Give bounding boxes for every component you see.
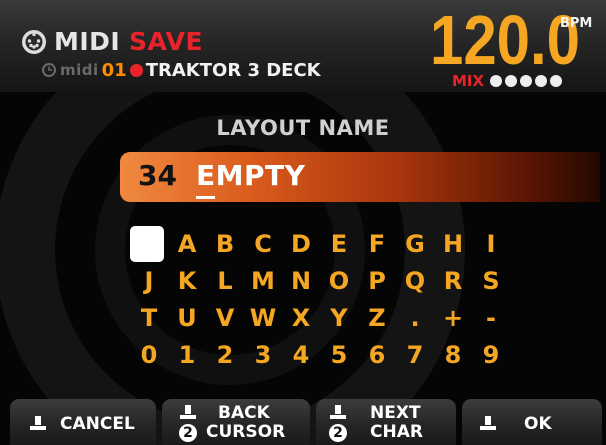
next-char-button[interactable]: 2 NEXT CHAR — [316, 399, 456, 445]
device-screen: MIDI SAVE midi 01 TRAKTOR 3 DECK 120.0 B… — [0, 0, 606, 445]
bpm-value: 120.0 — [430, 8, 580, 70]
mix-dot — [520, 75, 533, 87]
preset-number: 01 — [101, 59, 127, 81]
screen-title-save: SAVE — [129, 27, 204, 56]
back-label: BACK — [218, 403, 270, 423]
key-char[interactable]: D — [282, 226, 320, 262]
encoder-2-icon: 2 — [329, 424, 347, 442]
cancel-button[interactable]: CANCEL — [10, 399, 156, 445]
key-char[interactable]: + — [434, 300, 472, 336]
key-char[interactable]: 3 — [244, 337, 282, 373]
keyboard-row: JKLMNOPQRS — [130, 263, 510, 299]
mix-dot — [505, 75, 518, 87]
key-char[interactable]: U — [168, 300, 206, 336]
softkey-bar: CANCEL 2 BACK CURSOR 2 NEXT CHAR OK — [0, 399, 606, 445]
next-label: NEXT — [370, 403, 421, 423]
layout-name-heading: LAYOUT NAME — [216, 116, 390, 140]
header-bar: MIDI SAVE midi 01 TRAKTOR 3 DECK 120.0 B… — [0, 0, 606, 92]
bpm-label: BPM — [560, 16, 593, 31]
clock-icon — [42, 63, 56, 77]
key-char[interactable]: Z — [358, 300, 396, 336]
key-char[interactable]: K — [168, 263, 206, 299]
ok-label: OK — [524, 414, 552, 434]
key-char[interactable]: R — [434, 263, 472, 299]
cancel-label: CANCEL — [60, 414, 135, 434]
key-char[interactable]: Y — [320, 300, 358, 336]
key-char[interactable]: V — [206, 300, 244, 336]
key-char[interactable]: Q — [396, 263, 434, 299]
keyboard-row: ABCDEFGHI — [130, 226, 510, 262]
key-char[interactable]: P — [358, 263, 396, 299]
layout-name-value[interactable]: EMPTY — [196, 159, 305, 192]
ok-button[interactable]: OK — [462, 399, 602, 445]
preset-name: TRAKTOR 3 DECK — [145, 59, 321, 81]
keyboard-row: T U V W X Y Z. + - — [130, 300, 510, 336]
key-char[interactable]: 1 — [168, 337, 206, 373]
key-char[interactable]: M — [244, 263, 282, 299]
keyboard-row: 0123456789 — [130, 337, 510, 373]
key-char[interactable]: B — [206, 226, 244, 262]
key-char[interactable]: F — [358, 226, 396, 262]
key-char[interactable]: A — [168, 226, 206, 262]
mix-indicator: MIX — [452, 72, 565, 90]
mix-dot — [535, 75, 548, 87]
mix-dot — [550, 75, 563, 87]
record-dot-icon — [129, 63, 143, 77]
key-char[interactable]: I — [472, 226, 510, 262]
key-char[interactable]: . — [396, 300, 434, 336]
encoder-2-icon: 2 — [179, 424, 197, 442]
key-char[interactable]: 9 — [472, 337, 510, 373]
char-label: CHAR — [370, 422, 423, 442]
key-char[interactable]: 8 — [434, 337, 472, 373]
key-char[interactable]: E — [320, 226, 358, 262]
key-char[interactable]: G — [396, 226, 434, 262]
key-char[interactable]: H — [434, 226, 472, 262]
key-char[interactable]: T — [130, 300, 168, 336]
screen-title-midi: MIDI — [54, 27, 121, 56]
button-press-icon — [330, 405, 346, 419]
key-char[interactable]: S — [472, 263, 510, 299]
key-selected-blank[interactable] — [130, 226, 164, 262]
key-char[interactable]: 0 — [130, 337, 168, 373]
mix-label: MIX — [452, 72, 485, 90]
button-press-icon — [480, 416, 496, 430]
key-char[interactable]: J — [130, 263, 168, 299]
character-keyboard: A B C D E F G H I J K L M N O P Q R S T U V W X Y Z. + -0 1 2 3 4 5 6 7 8 9 — [130, 226, 510, 374]
key-char[interactable]: 4 — [282, 337, 320, 373]
layout-name-field[interactable] — [120, 152, 600, 202]
text-cursor — [196, 196, 215, 199]
preset-midi-label: midi — [60, 61, 99, 79]
layout-slot-number: 34 — [138, 159, 177, 192]
mix-dot — [490, 75, 503, 87]
midi-connector-icon — [22, 30, 46, 54]
button-press-icon — [180, 405, 196, 419]
back-cursor-button[interactable]: 2 BACK CURSOR — [162, 399, 310, 445]
current-preset-row: midi 01 TRAKTOR 3 DECK — [42, 58, 321, 82]
key-char[interactable]: W — [244, 300, 282, 336]
key-char[interactable]: L — [206, 263, 244, 299]
key-char[interactable]: X — [282, 300, 320, 336]
key-char[interactable]: N — [282, 263, 320, 299]
key-char[interactable]: 7 — [396, 337, 434, 373]
key-char[interactable]: C — [244, 226, 282, 262]
key-char[interactable]: O — [320, 263, 358, 299]
key-char[interactable]: 5 — [320, 337, 358, 373]
cursor-label: CURSOR — [206, 422, 286, 442]
key-char[interactable]: - — [472, 300, 510, 336]
button-press-icon — [30, 416, 46, 430]
key-char[interactable]: 6 — [358, 337, 396, 373]
key-char[interactable]: 2 — [206, 337, 244, 373]
